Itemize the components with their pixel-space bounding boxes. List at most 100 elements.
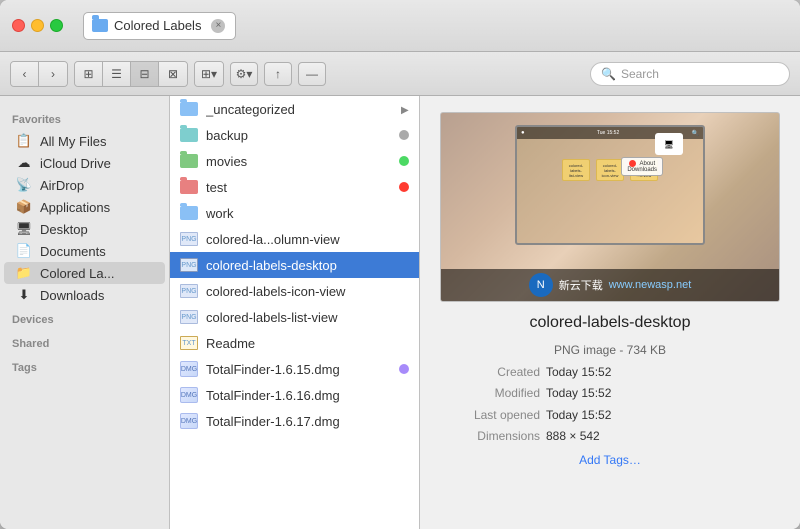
file-item-readme[interactable]: TXT Readme	[170, 330, 419, 356]
minimize-button[interactable]	[31, 19, 44, 32]
sidebar-item-all-my-files[interactable]: 📋 All My Files	[4, 130, 165, 152]
add-tags-link[interactable]: Add Tags…	[579, 450, 641, 472]
file-item-work[interactable]: work	[170, 200, 419, 226]
created-row: Created Today 15:52	[440, 362, 780, 384]
mini-icon-1: colored-labels-list-view	[562, 159, 590, 181]
dimensions-row: Dimensions 888 × 542	[440, 426, 780, 448]
all-my-files-icon: 📋	[16, 133, 32, 149]
column-view-button[interactable]: ⊟	[131, 62, 159, 86]
file-label: TotalFinder-1.6.15.dmg	[206, 362, 391, 377]
sidebar-item-label: Applications	[40, 200, 110, 215]
folder-icon	[180, 180, 198, 194]
img-icon: PNG	[180, 232, 198, 246]
file-item-column-view[interactable]: PNG colored-la...olumn-view	[170, 226, 419, 252]
back-button[interactable]: ‹	[11, 62, 39, 86]
dmg-icon: DMG	[180, 414, 198, 428]
folder-icon	[180, 206, 198, 220]
path-button[interactable]: —	[298, 62, 326, 86]
file-item-dmg-1615[interactable]: DMG TotalFinder-1.6.15.dmg	[170, 356, 419, 382]
file-item-test[interactable]: test	[170, 174, 419, 200]
add-tags-row: Add Tags…	[440, 448, 780, 472]
file-item-dmg-1617[interactable]: DMG TotalFinder-1.6.17.dmg	[170, 408, 419, 434]
title-bar: Colored Labels ×	[0, 0, 800, 52]
img-icon: PNG	[180, 258, 198, 272]
file-label: _uncategorized	[206, 102, 393, 117]
file-item-dmg-1616[interactable]: DMG TotalFinder-1.6.16.dmg	[170, 382, 419, 408]
sidebar-item-label: Desktop	[40, 222, 88, 237]
documents-icon: 📄	[16, 243, 32, 259]
toolbar: ‹ › ⊞ ☰ ⊟ ⊠ ⊞▾ ⚙▾ ↑ — 🔍 Search	[0, 52, 800, 96]
tab-title: Colored Labels	[114, 18, 201, 33]
close-button[interactable]	[12, 19, 25, 32]
color-dot	[399, 156, 409, 166]
preview-panel: ●Tue 15:52🔍 AboutDownloads 🖥 colored-lab…	[420, 96, 800, 529]
sidebar-item-icloud[interactable]: ☁ iCloud Drive	[4, 152, 165, 174]
folder-icon	[180, 102, 198, 116]
img-icon: PNG	[180, 310, 198, 324]
file-label: TotalFinder-1.6.17.dmg	[206, 414, 409, 429]
file-item-uncategorized[interactable]: _uncategorized ▶	[170, 96, 419, 122]
dimensions-label: Dimensions	[440, 426, 540, 448]
sidebar-item-applications[interactable]: 📦 Applications	[4, 196, 165, 218]
file-label: colored-labels-list-view	[206, 310, 409, 325]
watermark-text: 新云下载	[559, 277, 603, 293]
file-item-desktop-selected[interactable]: PNG colored-labels-desktop	[170, 252, 419, 278]
about-popup: AboutDownloads	[621, 157, 663, 176]
file-label: Readme	[206, 336, 409, 351]
file-label: TotalFinder-1.6.16.dmg	[206, 388, 409, 403]
img-icon: PNG	[180, 284, 198, 298]
cover-view-button[interactable]: ⊠	[159, 62, 187, 86]
tab-area: Colored Labels ×	[83, 12, 788, 40]
sidebar-item-airdrop[interactable]: 📡 AirDrop	[4, 174, 165, 196]
file-item-backup[interactable]: backup	[170, 122, 419, 148]
arrange-button[interactable]: ⊞▾	[195, 62, 223, 86]
doc-icon: TXT	[180, 336, 198, 350]
list-view-button[interactable]: ☰	[103, 62, 131, 86]
airdrop-icon: 📡	[16, 177, 32, 193]
watermark: N 新云下载 www.newasp.net	[441, 269, 779, 301]
last-opened-row: Last opened Today 15:52	[440, 405, 780, 427]
dimensions-value: 888 × 542	[546, 426, 780, 448]
file-item-movies[interactable]: movies	[170, 148, 419, 174]
sidebar-item-label: All My Files	[40, 134, 106, 149]
icloud-icon: ☁	[16, 155, 32, 171]
action-button[interactable]: ⚙▾	[230, 62, 258, 86]
favorites-label: Favorites	[0, 106, 169, 130]
sidebar-item-label: iCloud Drive	[40, 156, 111, 171]
file-label: colored-labels-desktop	[206, 258, 409, 273]
tab-close-button[interactable]: ×	[211, 19, 225, 33]
search-box[interactable]: 🔍 Search	[590, 62, 790, 86]
file-label: colored-la...olumn-view	[206, 232, 409, 247]
view-buttons: ⊞ ☰ ⊟ ⊠	[74, 61, 188, 87]
maximize-button[interactable]	[50, 19, 63, 32]
mini-screen: ●Tue 15:52🔍 AboutDownloads 🖥 colored-lab…	[515, 125, 705, 245]
sidebar-item-downloads[interactable]: ⬇ Downloads	[4, 284, 165, 306]
file-item-icon-view[interactable]: PNG colored-labels-icon-view	[170, 278, 419, 304]
modified-row: Modified Today 15:52	[440, 383, 780, 405]
icon-view-button[interactable]: ⊞	[75, 62, 103, 86]
mini-icon-2: colored-labels-icon-view	[596, 159, 624, 181]
disclosure-icon: ▶	[401, 105, 409, 113]
search-placeholder: Search	[621, 67, 659, 81]
folder-icon	[180, 154, 198, 168]
sidebar-item-colored-labels[interactable]: 📁 Colored La...	[4, 262, 165, 284]
preview-image: ●Tue 15:52🔍 AboutDownloads 🖥 colored-lab…	[440, 112, 780, 302]
file-item-list-view[interactable]: PNG colored-labels-list-view	[170, 304, 419, 330]
traffic-lights	[12, 19, 63, 32]
folder-icon	[180, 128, 198, 142]
forward-button[interactable]: ›	[39, 62, 67, 86]
share-button[interactable]: ↑	[264, 62, 292, 86]
sidebar-item-documents[interactable]: 📄 Documents	[4, 240, 165, 262]
color-dot	[399, 182, 409, 192]
created-value: Today 15:52	[546, 362, 780, 384]
sidebar-item-desktop[interactable]: 🖥 Desktop	[4, 218, 165, 240]
watermark-logo: N	[529, 273, 553, 297]
preview-meta: PNG image - 734 KB Created Today 15:52 M…	[440, 340, 780, 472]
colored-labels-icon: 📁	[16, 265, 32, 281]
arrange-button-group: ⊞▾	[194, 61, 224, 87]
mini-desktop: AboutDownloads 🖥 colored-labels-list-vie…	[517, 159, 703, 181]
file-label: backup	[206, 128, 391, 143]
sidebar-item-label: AirDrop	[40, 178, 84, 193]
file-label: work	[206, 206, 409, 221]
active-tab[interactable]: Colored Labels ×	[83, 12, 236, 40]
